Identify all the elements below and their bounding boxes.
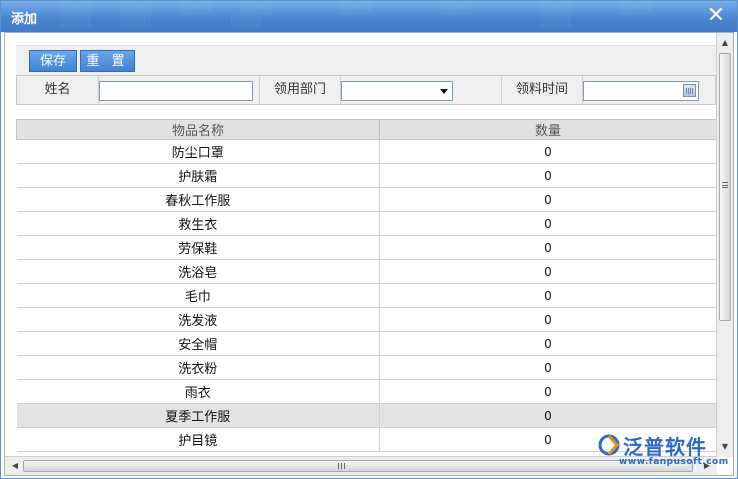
table-row[interactable]: 安全帽 0 [16, 331, 716, 356]
table-row[interactable]: 洗衣粉 0 [16, 355, 716, 380]
scroll-up-icon[interactable]: ▲ [719, 37, 731, 49]
save-button[interactable]: 保存 [29, 50, 77, 72]
item-name-cell[interactable]: 防尘口罩 [16, 139, 380, 164]
table-row[interactable]: 毛巾 0 [16, 283, 716, 308]
quantity-cell[interactable]: 0 [379, 163, 716, 188]
quantity-cell[interactable]: 0 [379, 307, 716, 332]
close-icon[interactable]: ✕ [705, 5, 727, 27]
quantity-cell[interactable]: 0 [379, 355, 716, 380]
item-name-cell[interactable]: 劳保鞋 [16, 235, 380, 260]
quantity-cell[interactable]: 0 [379, 139, 716, 164]
item-name-cell[interactable]: 护目镜 [16, 427, 380, 452]
table-row[interactable]: 救生衣 0 [16, 211, 716, 236]
table-body: 防尘口罩 0 护肤霜 0 春秋工作服 0 救生衣 0 劳保鞋 0 洗浴皂 0 毛巾 0 洗发液 0 安全帽 0 洗衣… [16, 139, 716, 452]
quantity-cell[interactable]: 0 [379, 379, 716, 404]
department-select[interactable] [341, 81, 453, 101]
grip-icon [338, 463, 345, 469]
horizontal-scroll-thumb[interactable] [23, 460, 693, 472]
item-name-cell[interactable]: 夏季工作服 [16, 403, 380, 428]
quantity-cell[interactable]: 0 [379, 403, 716, 428]
dialog-title: 添加 [11, 12, 38, 27]
dialog-titlebar[interactable]: ░░░░ ░░░░ ░░░░ ░░░░ ░░░░ ░░░░ ░░░░ ░░░░ … [1, 1, 737, 32]
brand-logo-icon [598, 434, 620, 456]
items-table: 物品名称 数量 防尘口罩 0 护肤霜 0 春秋工作服 0 救生衣 0 劳保鞋 0 洗浴皂 0 毛巾 0 洗发… [16, 119, 716, 459]
table-row[interactable]: 夏季工作服 0 [16, 403, 716, 428]
table-row[interactable]: 护肤霜 0 [16, 163, 716, 188]
date-label: 领料时间 [501, 76, 583, 104]
reset-button[interactable]: 重 置 [80, 50, 135, 72]
grip-icon [722, 182, 728, 188]
quantity-cell[interactable]: 0 [379, 259, 716, 284]
vertical-scroll-thumb[interactable] [719, 53, 731, 321]
table-row[interactable]: 洗浴皂 0 [16, 259, 716, 284]
item-name-cell[interactable]: 洗浴皂 [16, 259, 380, 284]
item-name-cell[interactable]: 毛巾 [16, 283, 380, 308]
item-name-cell[interactable]: 安全帽 [16, 331, 380, 356]
brand-watermark: 泛普软件 www.fanpusoft.com [597, 431, 729, 471]
name-input[interactable] [99, 81, 253, 101]
table-row[interactable]: 洗发液 0 [16, 307, 716, 332]
item-name-cell[interactable]: 救生衣 [16, 211, 380, 236]
item-name-cell[interactable]: 护肤霜 [16, 163, 380, 188]
dialog-body: 保存 重 置 姓名 领用部门 领料时间 物品名称 数量 防尘口罩 0 护肤霜 0… [4, 32, 734, 476]
chevron-down-icon[interactable] [440, 89, 448, 94]
scroll-left-icon[interactable]: ◀ [9, 460, 21, 472]
table-row[interactable]: 雨衣 0 [16, 379, 716, 404]
calendar-icon[interactable] [683, 84, 696, 97]
date-input[interactable] [583, 81, 699, 101]
quantity-cell[interactable]: 0 [379, 211, 716, 236]
table-row[interactable]: 防尘口罩 0 [16, 139, 716, 164]
quantity-cell[interactable]: 0 [379, 283, 716, 308]
table-header: 物品名称 数量 [16, 119, 716, 140]
table-row[interactable]: 春秋工作服 0 [16, 187, 716, 212]
background-page-ghost: ░░░░ ░░░░ ░░░░ ░░░░ ░░░░ ░░░░ ░░░░ ░░░░ … [61, 3, 652, 28]
table-row[interactable]: 劳保鞋 0 [16, 235, 716, 260]
quantity-cell[interactable]: 0 [379, 331, 716, 356]
item-name-cell[interactable]: 雨衣 [16, 379, 380, 404]
department-label: 领用部门 [259, 76, 341, 104]
form-row: 姓名 领用部门 领料时间 [16, 75, 716, 105]
column-header-item-name[interactable]: 物品名称 [16, 119, 380, 140]
item-name-cell[interactable]: 洗衣粉 [16, 355, 380, 380]
brand-name: 泛普软件 [623, 435, 707, 459]
add-dialog: ░░░░ ░░░░ ░░░░ ░░░░ ░░░░ ░░░░ ░░░░ ░░░░ … [0, 0, 738, 479]
brand-url: www.fanpusoft.com [619, 457, 729, 467]
item-name-cell[interactable]: 洗发液 [16, 307, 380, 332]
quantity-cell[interactable]: 0 [379, 187, 716, 212]
quantity-cell[interactable]: 0 [379, 235, 716, 260]
item-name-cell[interactable]: 春秋工作服 [16, 187, 380, 212]
name-label: 姓名 [17, 76, 99, 104]
toolbar: 保存 重 置 [16, 45, 716, 75]
vertical-scrollbar[interactable]: ▲ ▼ [716, 33, 733, 457]
column-header-quantity[interactable]: 数量 [379, 119, 716, 140]
